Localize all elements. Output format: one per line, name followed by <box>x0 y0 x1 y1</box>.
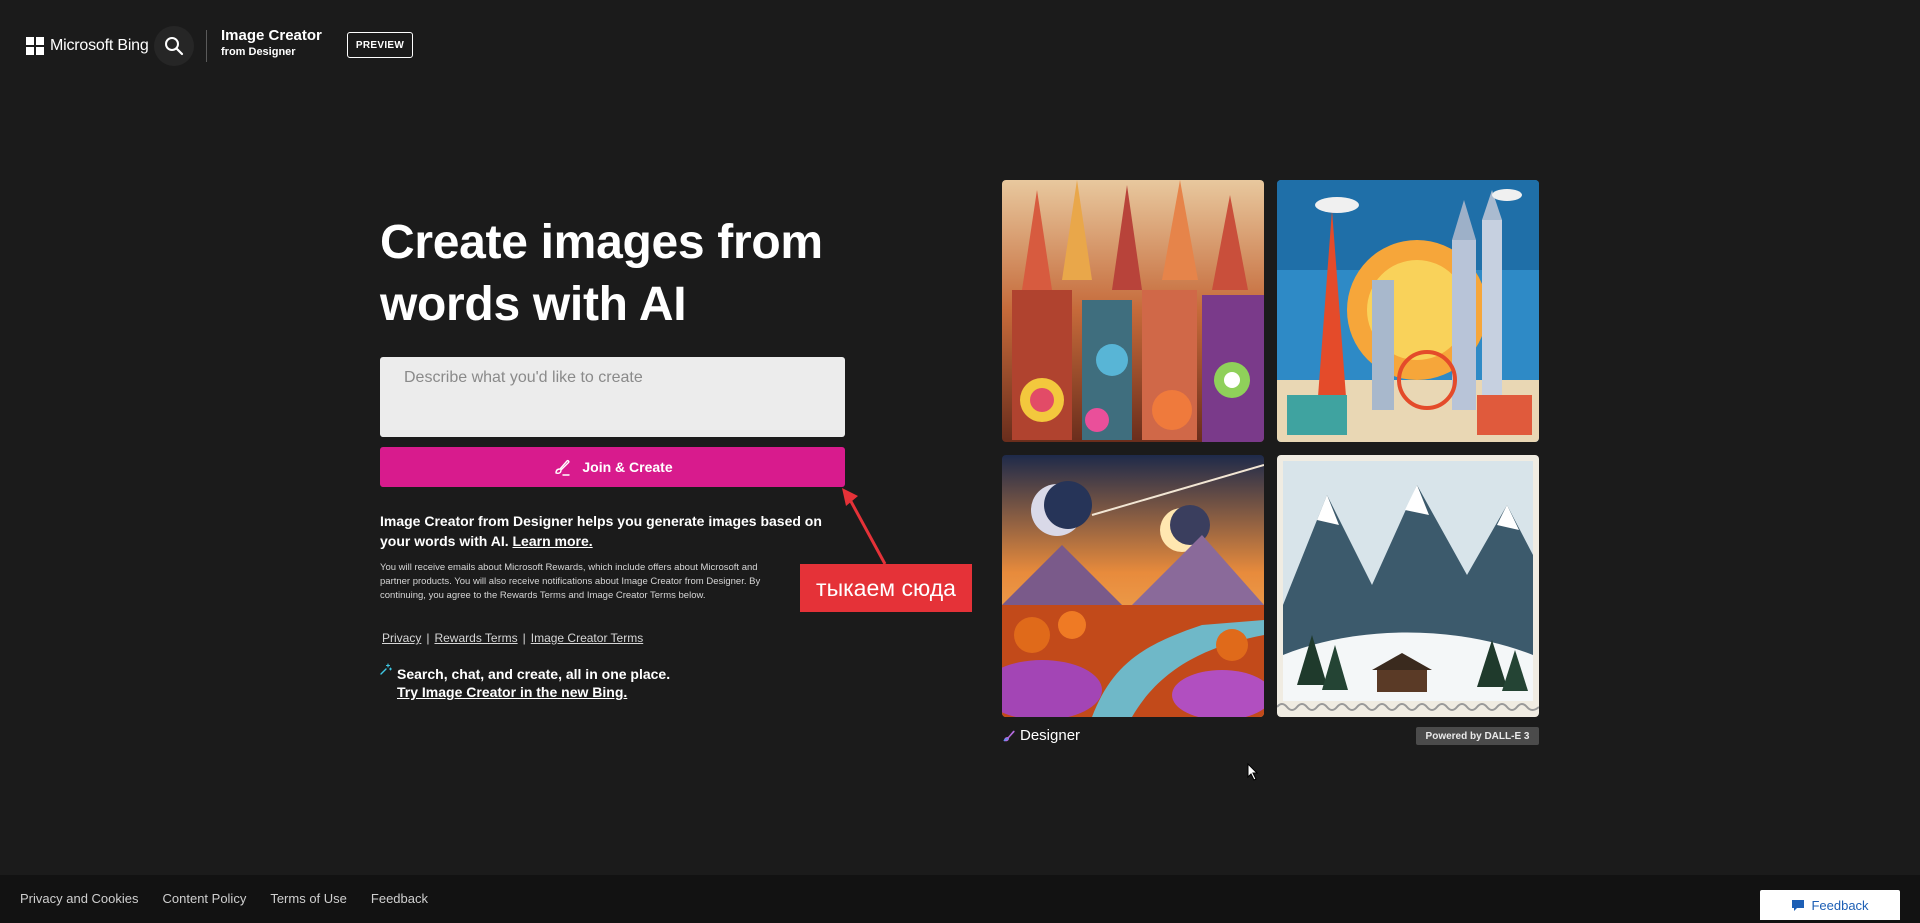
annotation-arrow-icon <box>842 488 887 565</box>
sparkle-icon <box>380 663 392 675</box>
preview-badge: PREVIEW <box>347 32 413 58</box>
designer-label: Designer <box>1020 727 1081 744</box>
rewards-terms-link[interactable]: Rewards Terms <box>434 631 517 645</box>
legal-separator: | <box>522 631 526 645</box>
feedback-button[interactable]: Feedback <box>1760 890 1900 920</box>
candy-city-image <box>1002 180 1264 442</box>
footer-link-feedback[interactable]: Feedback <box>371 891 428 906</box>
promo-text: Search, chat, and create, all in one pla… <box>397 666 671 682</box>
hero-title-line1: Create images from <box>380 216 823 269</box>
description-text: Image Creator from Designer helps you ge… <box>380 513 822 549</box>
legal-separator: | <box>426 631 430 645</box>
designer-brand[interactable]: Designer <box>1002 727 1080 744</box>
description: Image Creator from Designer helps you ge… <box>380 511 845 551</box>
hero-title-line2: words with AI <box>380 278 687 331</box>
footer-links: Privacy and Cookies Content Policy Terms… <box>20 891 428 906</box>
gallery-image-candy-city[interactable] <box>1002 180 1264 442</box>
header-divider <box>206 30 207 62</box>
footer: Privacy and Cookies Content Policy Terms… <box>0 875 1920 923</box>
brush-icon <box>555 459 571 476</box>
join-and-create-label: Join & Create <box>582 459 673 475</box>
product-title-main: Image Creator <box>221 27 322 44</box>
try-new-bing-link[interactable]: Try Image Creator in the new Bing. <box>397 684 627 700</box>
privacy-link[interactable]: Privacy <box>382 631 421 645</box>
feedback-icon <box>1792 899 1805 911</box>
brand-label: Microsoft Bing <box>50 37 149 54</box>
prompt-input[interactable] <box>380 357 845 437</box>
header: Microsoft Bing Image Creator from Design… <box>0 0 1920 92</box>
product-title[interactable]: Image Creator from Designer <box>221 28 322 58</box>
search-icon <box>165 37 184 56</box>
fine-print: You will receive emails about Microsoft … <box>380 562 761 601</box>
footer-link-terms-of-use[interactable]: Terms of Use <box>270 891 347 906</box>
microsoft-logo-icon <box>26 37 44 55</box>
gallery-image-papercraft-city[interactable] <box>1277 180 1539 442</box>
powered-by-dalle-badge: Powered by DALL-E 3 <box>1416 727 1539 745</box>
product-title-sub: from Designer <box>221 46 296 58</box>
hero-title: Create images from words with AI <box>380 212 900 336</box>
image-creator-terms-link[interactable]: Image Creator Terms <box>531 631 643 645</box>
footer-link-content-policy[interactable]: Content Policy <box>163 891 247 906</box>
annotation-label: тыкаем сюда <box>800 564 972 612</box>
designer-logo-icon <box>1003 730 1015 741</box>
footer-link-privacy-cookies[interactable]: Privacy and Cookies <box>20 891 139 906</box>
gallery-image-fantasy-landscape[interactable] <box>1002 455 1264 717</box>
papercraft-city-image <box>1277 180 1539 442</box>
gallery-image-alpine-stamp[interactable] <box>1277 455 1539 717</box>
learn-more-link[interactable]: Learn more. <box>513 533 593 549</box>
feedback-button-label: Feedback <box>1811 897 1869 913</box>
mouse-cursor-icon <box>1247 763 1259 781</box>
fantasy-landscape-image <box>1002 455 1264 717</box>
search-button[interactable] <box>154 26 194 66</box>
legal-links: Privacy | Rewards Terms | Image Creator … <box>382 631 643 645</box>
join-and-create-button[interactable]: Join & Create <box>380 447 845 487</box>
alpine-stamp-image <box>1277 455 1539 717</box>
microsoft-bing-logo[interactable]: Microsoft Bing <box>26 37 149 55</box>
